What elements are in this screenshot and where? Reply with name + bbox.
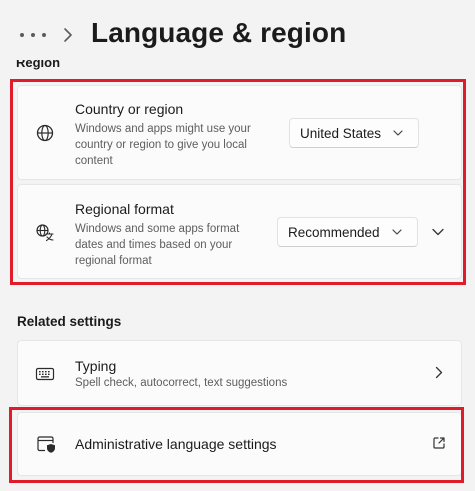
country-region-description: Windows and apps might use your country … (75, 123, 251, 167)
open-external-icon (433, 437, 445, 449)
settings-page: Language & region Region Country or regi… (0, 0, 475, 491)
related-settings-label: Related settings (17, 314, 122, 329)
dot (31, 33, 35, 37)
regional-format-description: Windows and some apps format dates and t… (75, 223, 240, 267)
regional-format-card[interactable]: Regional format Windows and some apps fo… (17, 184, 462, 279)
country-region-title: Country or region (75, 101, 184, 117)
breadcrumb-chevron-icon (64, 28, 72, 42)
dot (20, 33, 24, 37)
dot (42, 33, 46, 37)
expand-chevron-icon[interactable] (432, 228, 444, 236)
keyboard-icon (35, 367, 55, 381)
region-section-label: Region (16, 60, 61, 70)
chevron-down-icon (391, 229, 402, 235)
country-region-card: Country or region Windows and apps might… (17, 85, 462, 180)
admin-language-settings-title: Administrative language settings (75, 436, 277, 452)
typing-card[interactable]: Typing Spell check, autocorrect, text su… (17, 340, 462, 406)
typing-title: Typing (75, 358, 117, 374)
country-region-dropdown[interactable]: United States (289, 118, 419, 148)
page-title: Language & region (91, 17, 347, 48)
regional-format-title: Regional format (75, 201, 174, 217)
typing-description: Spell check, autocorrect, text suggestio… (75, 377, 288, 389)
chevron-right-icon (435, 366, 443, 379)
chevron-down-icon (393, 130, 403, 136)
regional-format-dropdown[interactable]: Recommended (277, 217, 418, 247)
globe-icon (36, 124, 54, 142)
breadcrumb-more-button[interactable] (18, 26, 48, 44)
country-region-selected: United States (300, 125, 382, 141)
regional-format-selected: Recommended (288, 224, 380, 240)
admin-language-settings-card[interactable]: Administrative language settings (17, 412, 462, 476)
page-header: Language & region (0, 0, 475, 66)
language-format-icon (36, 224, 54, 242)
admin-shield-window-icon (37, 436, 55, 453)
